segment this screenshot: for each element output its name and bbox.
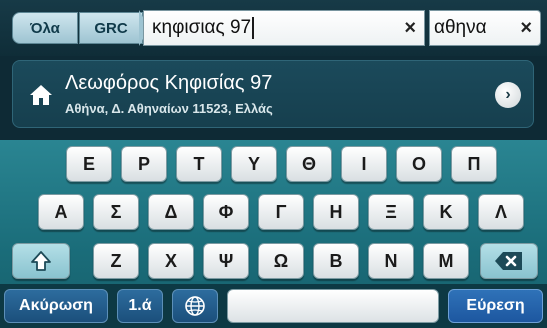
key[interactable]: Ε [66, 146, 112, 182]
home-icon [30, 85, 52, 105]
key[interactable]: Β [313, 243, 359, 279]
numeric-mode-button[interactable]: 1.ά [117, 289, 163, 323]
chevron-right-icon[interactable]: › [495, 82, 521, 108]
city-search-input[interactable]: αθηνα × [429, 10, 541, 46]
key[interactable]: Λ [478, 194, 524, 230]
filter-all-button[interactable]: Όλα [12, 12, 78, 44]
keyboard-action-row: Ακύρωση 1.ά Εύρεση [0, 284, 547, 328]
space-bar-key[interactable] [227, 289, 439, 323]
result-subtitle: Αθήνα, Δ. Αθηναίων 11523, Ελλάς [65, 101, 273, 116]
backspace-icon [495, 252, 522, 270]
shift-key[interactable] [12, 243, 70, 279]
city-query-text: αθηνα [434, 17, 487, 38]
key[interactable]: Χ [148, 243, 194, 279]
onscreen-keyboard: Ε Ρ Τ Υ Θ Ι Ο Π Α Σ Δ Φ Γ Η Ξ Κ Λ Ζ Χ Ψ … [0, 140, 547, 328]
result-title: Λεωφόρος Κηφισίας 97 [65, 72, 273, 94]
key[interactable]: Μ [423, 243, 469, 279]
key[interactable]: Γ [258, 194, 304, 230]
shift-arrow-icon [31, 251, 51, 271]
globe-icon [185, 296, 205, 316]
search-button[interactable]: Εύρεση [448, 289, 543, 323]
key[interactable]: Ν [368, 243, 414, 279]
clear-address-icon[interactable]: × [404, 17, 416, 39]
key[interactable]: Ρ [121, 146, 167, 182]
key[interactable]: Θ [286, 146, 332, 182]
results-list: Λεωφόρος Κηφισίας 97 Αθήνα, Δ. Αθηναίων … [0, 56, 547, 140]
key[interactable]: Ι [341, 146, 387, 182]
key[interactable]: Ζ [93, 243, 139, 279]
key[interactable]: Ξ [368, 194, 414, 230]
cancel-button[interactable]: Ακύρωση [4, 289, 108, 323]
key[interactable]: Ψ [203, 243, 249, 279]
key[interactable]: Κ [423, 194, 469, 230]
address-query-text: κηφισιας 97 [152, 17, 252, 38]
text-caret [252, 17, 255, 39]
key[interactable]: Δ [148, 194, 194, 230]
address-search-input[interactable]: κηφισιας 97 × [143, 10, 425, 46]
key[interactable]: Φ [203, 194, 249, 230]
key[interactable]: Π [451, 146, 497, 182]
key[interactable]: Τ [176, 146, 222, 182]
key[interactable]: Ο [396, 146, 442, 182]
key[interactable]: Σ [93, 194, 139, 230]
filter-grc-button[interactable]: GRC [79, 12, 143, 44]
backspace-key[interactable] [480, 243, 538, 279]
key[interactable]: Η [313, 194, 359, 230]
key[interactable]: Α [38, 194, 84, 230]
key[interactable]: Υ [231, 146, 277, 182]
result-item[interactable]: Λεωφόρος Κηφισίας 97 Αθήνα, Δ. Αθηναίων … [12, 60, 534, 128]
clear-city-icon[interactable]: × [520, 17, 532, 39]
language-button[interactable] [172, 289, 218, 323]
search-bar: Όλα GRC κηφισιας 97 × αθηνα × [0, 0, 547, 56]
key[interactable]: Ω [258, 243, 304, 279]
